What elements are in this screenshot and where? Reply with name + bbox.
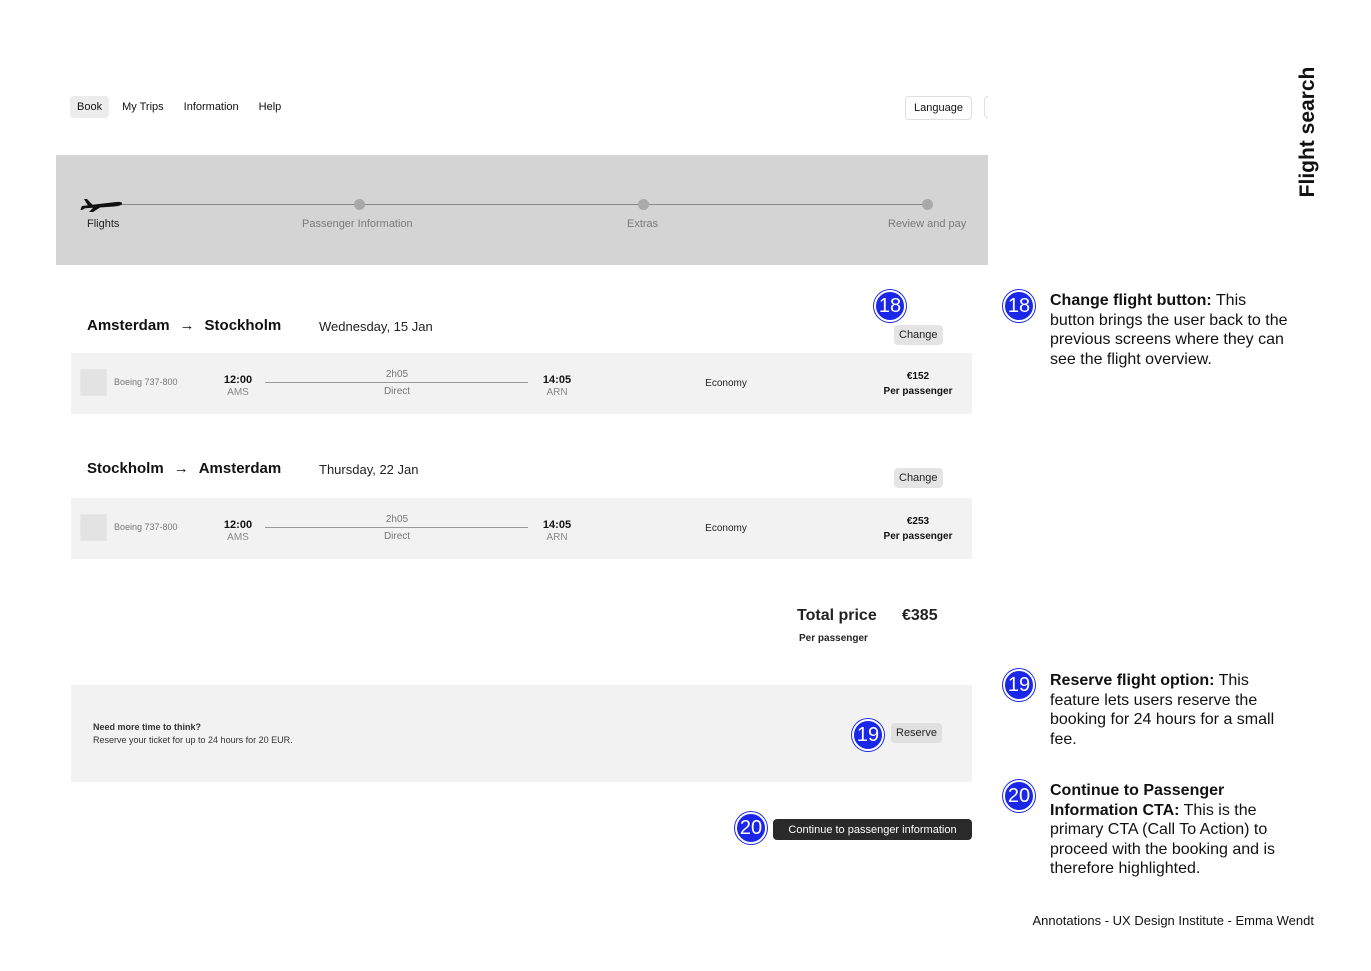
nav-item-my-trips[interactable]: My Trips [115, 96, 171, 118]
arrival-time: 14:05 [542, 374, 572, 386]
total-price-note: Per passenger [799, 633, 868, 644]
annotation-number-19: 19 [1003, 669, 1035, 701]
route-date: Thursday, 22 Jan [319, 462, 419, 477]
change-flight-button[interactable]: Change [894, 468, 943, 488]
flight-price: €253 [906, 516, 930, 527]
annotation-badge-18: 18 [874, 290, 906, 322]
annotation-title: Change flight button: [1050, 292, 1212, 309]
route-heading-return: Stockholm → Amsterdam [87, 460, 281, 477]
annotation-note-19: Reserve flight option: This feature lets… [1050, 671, 1295, 749]
departure-time: 12:00 [223, 374, 253, 386]
route-heading-outbound: Amsterdam → Stockholm [87, 317, 281, 334]
nav-item-book[interactable]: Book [70, 96, 110, 118]
reserve-panel: Need more time to think? Reserve your ti… [71, 685, 972, 782]
annotation-badge-19: 19 [852, 719, 884, 751]
step-label-flights: Flights [87, 218, 120, 230]
step-dot-passenger-information [354, 199, 365, 210]
flight-stops: Direct [383, 531, 411, 542]
annotation-title: Reserve flight option: [1050, 672, 1215, 689]
flight-track-line [265, 527, 528, 528]
annotation-note-18: Change flight button: This button brings… [1050, 291, 1295, 369]
flight-row-outbound[interactable]: Boeing 737-800 12:00 AMS 2h05 Direct 14:… [71, 353, 972, 414]
airplane-icon [80, 199, 123, 212]
airline-logo [80, 514, 107, 541]
route-destination: Stockholm [204, 317, 282, 334]
departure-time: 12:00 [223, 519, 253, 531]
arrival-airport: ARN [546, 387, 568, 398]
route-date: Wednesday, 15 Jan [319, 319, 433, 334]
step-dot-review-and-pay [922, 199, 933, 210]
aircraft-type: Boeing 737-800 [114, 522, 178, 532]
step-label-passenger-information: Passenger Information [302, 218, 413, 230]
total-price-label: Total price [797, 607, 877, 624]
route-origin: Amsterdam [87, 317, 170, 334]
route-destination: Amsterdam [198, 460, 282, 477]
flight-track-line [265, 382, 528, 383]
flight-price: €152 [906, 371, 930, 382]
change-flight-button[interactable]: Change [894, 325, 943, 345]
reserve-title: Need more time to think? [93, 722, 202, 732]
annotation-number-18: 18 [1003, 290, 1035, 322]
arrival-airport: ARN [546, 532, 568, 543]
reserve-button[interactable]: Reserve [891, 723, 942, 743]
price-note: Per passenger [883, 531, 953, 542]
total-price-value: €385 [902, 607, 938, 624]
departure-airport: AMS [227, 532, 249, 543]
step-label-extras: Extras [627, 218, 659, 230]
departure-airport: AMS [227, 387, 249, 398]
route-origin: Stockholm [87, 460, 164, 477]
arrow-right-icon: → [179, 317, 195, 334]
airline-logo [80, 369, 107, 396]
step-label-review-and-pay: Review and pay [888, 218, 967, 230]
flight-stops: Direct [383, 386, 411, 397]
price-note: Per passenger [883, 386, 953, 397]
step-dot-extras [638, 199, 649, 210]
aircraft-type: Boeing 737-800 [114, 377, 178, 387]
cabin-class: Economy [705, 378, 747, 389]
flight-duration: 2h05 [365, 514, 429, 525]
nav-item-information[interactable]: Information [177, 96, 246, 118]
arrival-time: 14:05 [542, 519, 572, 531]
annotation-badge-20: 20 [735, 812, 767, 844]
flight-duration: 2h05 [365, 369, 429, 380]
reserve-description: Reserve your ticket for up to 24 hours f… [93, 735, 293, 745]
progress-line [116, 204, 929, 205]
nav-item-help[interactable]: Help [252, 96, 289, 118]
annotation-note-20: Continue to Passenger Information CTA: T… [1050, 781, 1295, 879]
page-title: Flight search [1296, 66, 1319, 198]
progress-stepper: Flights Passenger Information Extras Rev… [56, 155, 988, 265]
arrow-right-icon: → [173, 460, 189, 477]
flight-row-return[interactable]: Boeing 737-800 12:00 AMS 2h05 Direct 14:… [71, 498, 972, 559]
cabin-class: Economy [705, 523, 747, 534]
footer-credit: Annotations - UX Design Institute - Emma… [1032, 913, 1314, 928]
top-nav: Book My Trips Information Help [70, 96, 288, 118]
annotation-number-20: 20 [1003, 780, 1035, 812]
account-button-edge[interactable] [984, 96, 988, 118]
language-button[interactable]: Language [905, 96, 972, 120]
continue-to-passenger-information-button[interactable]: Continue to passenger information [773, 819, 972, 840]
